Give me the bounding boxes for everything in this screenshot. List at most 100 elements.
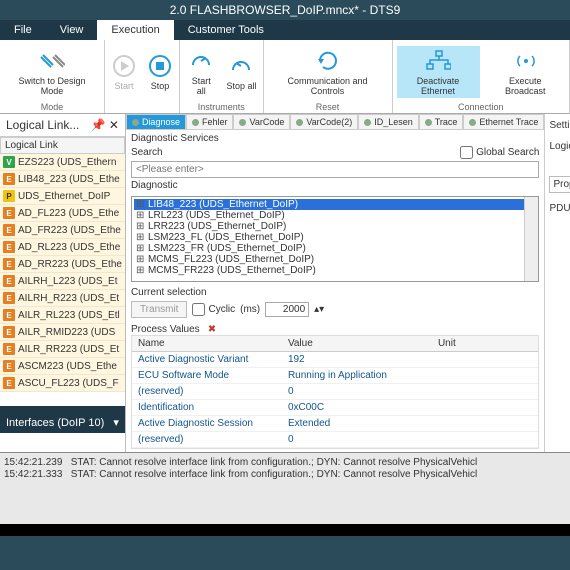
tree-item[interactable]: ⊞ LIB48_223 (UDS_Ethernet_DoIP)	[134, 199, 537, 210]
refresh-icon	[315, 48, 341, 74]
logical-link-column-header[interactable]: Logical Link	[0, 137, 125, 154]
ethernet-icon	[425, 48, 451, 74]
clear-icon[interactable]: ✖	[208, 324, 216, 335]
properties-panel: Settings Descripti Logical Link LIB Prop…	[544, 114, 570, 452]
col-value[interactable]: Value	[282, 336, 432, 351]
table-row[interactable]: Active Diagnostic Variant192	[132, 352, 539, 368]
start-button[interactable]: Start	[109, 51, 139, 93]
status-dot-icon	[364, 119, 371, 126]
table-row[interactable]: Active Diagnostic SessionExtended	[132, 416, 539, 432]
menu-view[interactable]: View	[46, 20, 98, 40]
menu-execution[interactable]: Execution	[97, 20, 173, 40]
interfaces-footer[interactable]: Interfaces (DoIP 10)	[6, 417, 104, 429]
stop-button[interactable]: Stop	[145, 51, 175, 93]
list-item[interactable]: VEZS223 (UDS_Ethern	[0, 154, 125, 171]
status-dot-icon	[296, 119, 303, 126]
status-badge: E	[3, 275, 15, 287]
start-all-button[interactable]: Start all	[184, 46, 218, 98]
stepper-icon[interactable]: ▴▾	[314, 304, 324, 315]
list-item[interactable]: EAILRH_L223 (UDS_Et	[0, 273, 125, 290]
table-row[interactable]: (reserved)0	[132, 432, 539, 448]
group-instruments-label: Instruments	[198, 102, 245, 112]
menubar: File View Execution Customer Tools	[0, 20, 570, 40]
tree-item[interactable]: ⊞ MCMS_FR223 (UDS_Ethernet_DoIP)	[134, 265, 537, 276]
list-item[interactable]: PUDS_Ethernet_DoIP	[0, 188, 125, 205]
table-row[interactable]: Identification0xC00C	[132, 400, 539, 416]
group-reset-label: Reset	[316, 102, 340, 112]
tab-fehler[interactable]: Fehler	[186, 114, 234, 130]
list-item[interactable]: EAD_FR223 (UDS_Ethe	[0, 222, 125, 239]
list-item[interactable]: EAILR_RMID223 (UDS	[0, 324, 125, 341]
logical-link-title: Logical Link...	[6, 118, 79, 132]
scrollbar[interactable]	[524, 197, 538, 281]
group-mode-label: Mode	[41, 102, 64, 112]
tab-diagnose[interactable]: Diagnose	[126, 114, 186, 130]
status-badge: E	[3, 326, 15, 338]
comm-controls-button[interactable]: Communication and Controls	[268, 46, 388, 98]
list-item[interactable]: EAILRH_R223 (UDS_Et	[0, 290, 125, 307]
tab-id_lesen[interactable]: ID_Lesen	[358, 114, 419, 130]
transmit-button[interactable]: Transmit	[131, 301, 188, 318]
diagnostic-list-header: Diagnostic	[131, 180, 540, 191]
current-selection-title: Current selection	[131, 287, 540, 298]
tab-settings[interactable]: Settings	[549, 120, 570, 131]
status-badge: V	[3, 156, 15, 168]
log-output: 15:42:21.239 STAT: Cannot resolve interf…	[0, 452, 570, 524]
table-row[interactable]: (reserved)0	[132, 384, 539, 400]
list-item[interactable]: EAD_RL223 (UDS_Ethe	[0, 239, 125, 256]
list-item[interactable]: ELIB48_223 (UDS_Ethe	[0, 171, 125, 188]
cyclic-checkbox[interactable]: Cyclic	[192, 303, 235, 316]
stop-all-button[interactable]: Stop all	[224, 51, 258, 93]
process-values-title: Process Values	[131, 324, 200, 335]
status-dot-icon	[469, 119, 476, 126]
status-badge: E	[3, 241, 15, 253]
tree-item[interactable]: ⊞ MCMS_FL223 (UDS_Ethernet_DoIP)	[134, 254, 537, 265]
tab-varcode[interactable]: VarCode	[233, 114, 290, 130]
logical-link-label: Logical Link	[549, 141, 570, 152]
tree-item[interactable]: ⊞ LRR223 (UDS_Ethernet_DoIP)	[134, 221, 537, 232]
status-dot-icon	[192, 119, 199, 126]
menu-file[interactable]: File	[0, 20, 46, 40]
expand-icon[interactable]: ⊞	[136, 232, 146, 243]
expand-icon[interactable]: ⊞	[136, 210, 146, 221]
expand-icon[interactable]: ⊞	[136, 265, 146, 276]
list-item[interactable]: EASCM223 (UDS_Ethe	[0, 358, 125, 375]
execute-broadcast-button[interactable]: Execute Broadcast	[486, 46, 566, 98]
broadcast-icon	[512, 48, 538, 74]
play-icon	[111, 53, 137, 79]
chevron-down-icon[interactable]: ▾	[113, 416, 119, 429]
list-item[interactable]: EASCU_FL223 (UDS_F	[0, 375, 125, 392]
cyclic-ms-input[interactable]: 2000	[265, 302, 309, 317]
col-unit[interactable]: Unit	[432, 336, 539, 351]
expand-icon[interactable]: ⊞	[136, 254, 146, 265]
status-badge: E	[3, 292, 15, 304]
search-input[interactable]	[131, 161, 540, 178]
tab-ethernet trace[interactable]: Ethernet Trace	[463, 114, 544, 130]
col-name[interactable]: Name	[132, 336, 282, 351]
table-row[interactable]: ECU Software ModeRunning in Application	[132, 368, 539, 384]
list-item[interactable]: EAD_FL223 (UDS_Ethe	[0, 205, 125, 222]
expand-icon[interactable]: ⊞	[136, 243, 146, 254]
expand-icon[interactable]: ⊞	[136, 221, 146, 232]
tab-trace[interactable]: Trace	[419, 114, 464, 130]
diagnostic-tree[interactable]: ⊞ LIB48_223 (UDS_Ethernet_DoIP)⊞ LRL223 …	[131, 196, 540, 282]
switch-design-mode-button[interactable]: Switch to Design Mode	[4, 46, 100, 98]
status-badge: E	[3, 258, 15, 270]
deactivate-ethernet-button[interactable]: Deactivate Ethernet	[397, 46, 480, 98]
ribbon: Switch to Design Mode Mode Start Stop St…	[0, 40, 570, 114]
expand-icon[interactable]: ⊞	[136, 199, 146, 210]
search-label: Search	[131, 147, 163, 158]
global-search-checkbox[interactable]: Global Search	[460, 146, 539, 159]
tree-item[interactable]: ⊞ LSM223_FR (UDS_Ethernet_DoIP)	[134, 243, 537, 254]
tab-varcode(2)[interactable]: VarCode(2)	[290, 114, 358, 130]
menu-customer-tools[interactable]: Customer Tools	[174, 20, 278, 40]
stop-all-icon	[228, 53, 254, 79]
status-dot-icon	[239, 119, 246, 126]
pin-icon[interactable]: 📌 ✕	[91, 118, 119, 132]
tree-item[interactable]: ⊞ LSM223_FL (UDS_Ethernet_DoIP)	[134, 232, 537, 243]
list-item[interactable]: EAD_RR223 (UDS_Ethe	[0, 256, 125, 273]
list-item[interactable]: EAILR_RL223 (UDS_Etl	[0, 307, 125, 324]
tree-item[interactable]: ⊞ LRL223 (UDS_Ethernet_DoIP)	[134, 210, 537, 221]
list-item[interactable]: EAILR_RR223 (UDS_Et	[0, 341, 125, 358]
diagnostic-services-title: Diagnostic Services	[131, 133, 540, 144]
